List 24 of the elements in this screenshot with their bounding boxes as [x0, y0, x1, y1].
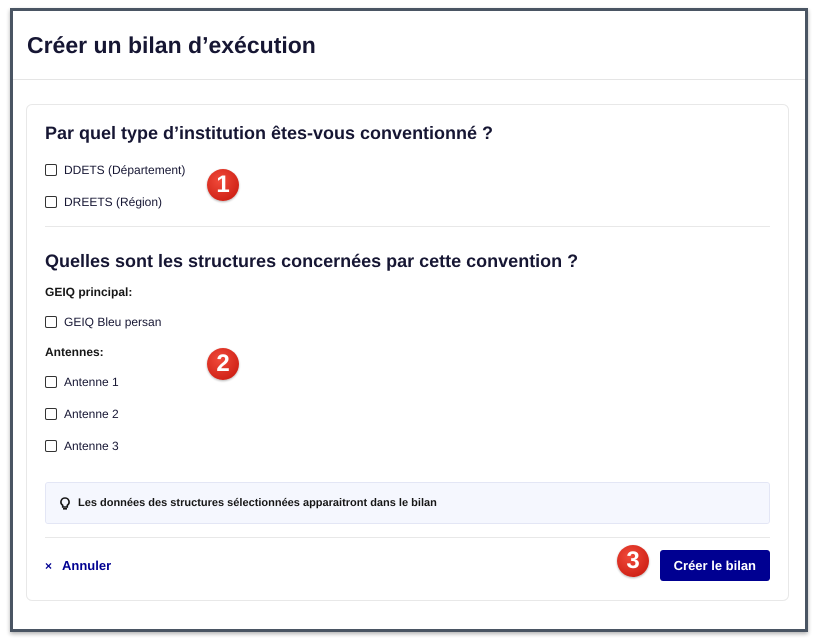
group-label: GEIQ principal:: [45, 284, 132, 301]
checkbox-label: Antenne 1: [64, 375, 119, 389]
checkbox[interactable]: [45, 440, 57, 452]
create-button[interactable]: Créer le bilan: [660, 550, 770, 581]
number-badge: 1: [207, 169, 239, 201]
notice-text: Les données des structures sélectionnées apparaitront dans le bilan: [78, 497, 437, 509]
cancel-link[interactable]: × Annuler: [45, 558, 112, 573]
checkbox-label: Antenne 3: [64, 439, 119, 453]
section-heading: Quelles sont les structures concernées par cette convention ?: [45, 251, 580, 272]
checkbox-label: GEIQ Bleu persan: [64, 315, 162, 329]
checkbox-label: DREETS (Région): [64, 195, 162, 209]
number-badge: 3: [617, 545, 649, 577]
window-title: Créer un bilan d’exécution: [27, 32, 316, 58]
checkbox[interactable]: [45, 408, 57, 420]
checkbox[interactable]: [45, 164, 57, 176]
checkbox-label: Antenne 2: [64, 407, 119, 421]
checkbox[interactable]: [45, 316, 57, 328]
group-label: Antennes:: [45, 344, 104, 361]
number-badge: 2: [207, 348, 239, 380]
checkbox-label: DDETS (Département): [64, 163, 186, 177]
lightbulb-icon: [60, 496, 70, 510]
checkbox[interactable]: [45, 196, 57, 208]
section-heading: Par quel type d’institution êtes-vous conventionné ?: [45, 123, 494, 144]
checkbox[interactable]: [45, 376, 57, 388]
